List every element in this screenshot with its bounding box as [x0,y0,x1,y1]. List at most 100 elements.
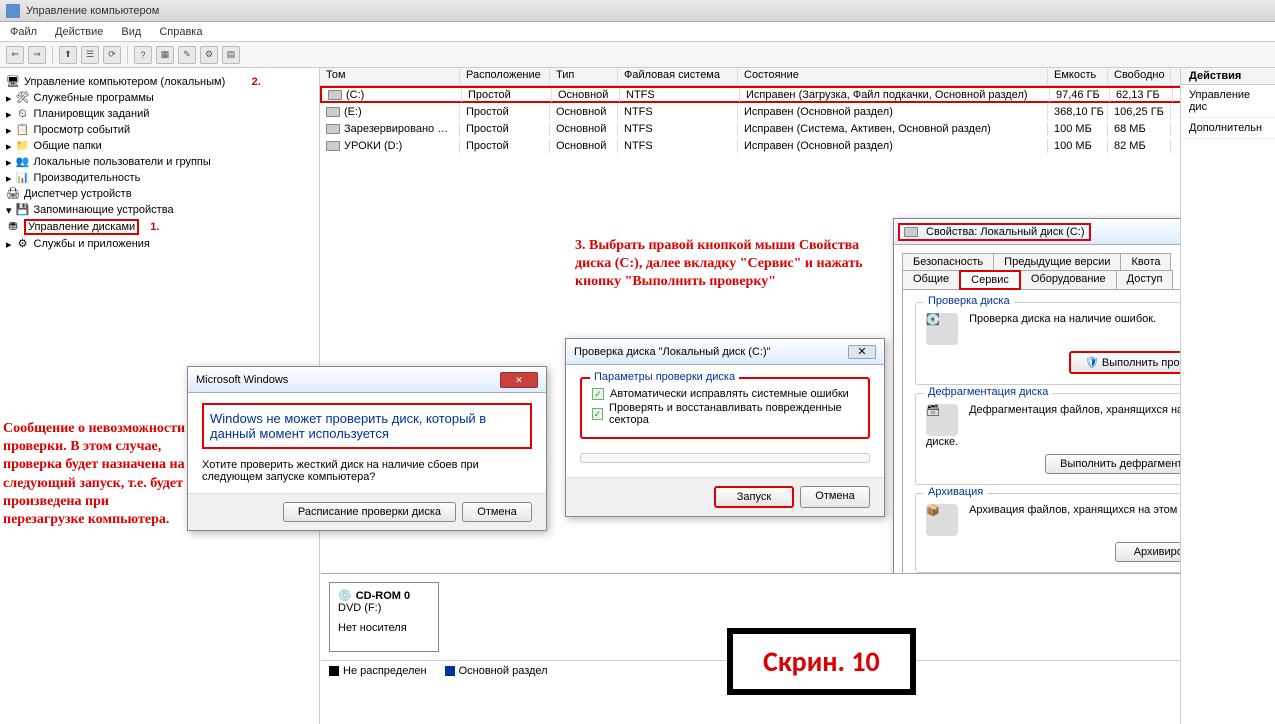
defrag-icon: 🗃 [926,404,958,436]
col-status[interactable]: Состояние [738,68,1048,85]
tool-icon[interactable]: ⚙ [200,46,218,64]
actions-header: Действия [1181,68,1275,85]
back-icon[interactable]: ⇐ [6,46,24,64]
menu-bar: Файл Действие Вид Справка [0,22,1275,42]
schedule-check-button[interactable]: Расписание проверки диска [283,502,456,522]
msgbox-title: Microsoft Windows [196,374,288,386]
grid-header: Том Расположение Тип Файловая система Со… [320,68,1275,86]
tool-icon[interactable]: ✎ [178,46,196,64]
menu-file[interactable]: Файл [10,26,37,38]
col-type[interactable]: Тип [550,68,618,85]
help-icon[interactable]: ? [134,46,152,64]
col-free[interactable]: Свободно [1108,68,1171,85]
disk-icon [904,227,918,237]
tree-diskmgmt[interactable]: ⛃Управление дисками 1. [4,218,315,236]
app-icon [6,4,20,18]
tree-services[interactable]: ▸⚙Службы и приложения [4,236,315,252]
toolbar: ⇐ ⇒ ⬆ ☰ ⟳ ? ▦ ✎ ⚙ ▤ [0,42,1275,68]
annotation-3: 3. Выбрать правой кнопкой мыши Свойства … [575,237,885,292]
check-disk-icon: 💽 [926,313,958,345]
drive-letter: DVD (F:) [338,602,430,614]
forward-icon[interactable]: ⇒ [28,46,46,64]
col-capacity[interactable]: Емкость [1048,68,1108,85]
volume-row-c[interactable]: (C:) Простой Основной NTFS Исправен (Заг… [320,86,1275,103]
check-section-text: Проверка диска на наличие ошибок. [969,313,1156,325]
no-media-text: Нет носителя [338,622,430,634]
volume-row-e[interactable]: (E:) Простой Основной NTFS Исправен (Осн… [320,103,1275,120]
window-titlebar: Управление компьютером [0,0,1275,22]
col-layout[interactable]: Расположение [460,68,550,85]
tab-service[interactable]: Сервис [959,270,1021,290]
actions-item[interactable]: Управление дис [1181,85,1275,118]
progress-bar [580,453,870,463]
window-title: Управление компьютером [26,5,159,17]
menu-help[interactable]: Справка [159,26,202,38]
tree-eventviewer[interactable]: ▸📋Просмотр событий [4,122,315,138]
tree-root[interactable]: 🖥Управление компьютером (локальным) 2. [4,74,315,90]
disk-icon [326,107,340,117]
tab-general[interactable]: Общие [902,270,960,290]
checkdisk-title: Проверка диска "Локальный диск (C:)" [574,346,771,358]
volume-row-reserved[interactable]: Зарезервировано … Простой Основной NTFS … [320,120,1275,137]
tab-security[interactable]: Безопасность [902,253,994,271]
refresh-icon[interactable]: ⟳ [103,46,121,64]
msgbox-main-text: Windows не может проверить диск, который… [202,403,532,449]
fix-errors-checkbox[interactable]: ✓Автоматически исправлять системные ошиб… [592,387,858,401]
banner-text: Скрин. 10 [763,644,880,679]
cancel-button[interactable]: Отмена [462,502,532,522]
disk-icon [326,124,340,134]
col-volume[interactable]: Том [320,68,460,85]
tool-icon[interactable]: ▤ [222,46,240,64]
msgbox-title-bar[interactable]: Microsoft Windows ✕ [188,367,546,393]
check-options-group: Параметры проверки диска ✓Автоматически … [580,377,870,439]
callout-1: 1. [150,221,159,233]
callout-2: 2. [252,76,261,88]
group-title: Параметры проверки диска [590,371,739,383]
tab-prevver[interactable]: Предыдущие версии [993,253,1121,271]
cd-icon: 💿 [338,589,352,602]
disk-icon [328,90,342,100]
tree-devmgr[interactable]: 🖨Диспетчер устройств [4,186,315,202]
properties-title: Свойства: Локальный диск (C:) [926,226,1085,238]
col-fs[interactable]: Файловая система [618,68,738,85]
legend-unallocated-icon [329,666,339,676]
tree-sharedfolders[interactable]: ▸📁Общие папки [4,138,315,154]
actions-item[interactable]: Дополнительн [1181,118,1275,139]
tree-scheduler[interactable]: ▸⏲Планировщик заданий [4,106,315,122]
backup-section-text: Архивация файлов, хранящихся на этом дис… [969,504,1213,516]
tab-quota[interactable]: Квота [1120,253,1171,271]
scan-sectors-checkbox[interactable]: ✓Проверять и восстанавливать поврежденны… [592,401,858,427]
screenshot-banner: Скрин. 10 [727,628,916,695]
defrag-section-text: Дефрагментация файлов, хранящихся на это… [926,404,1210,448]
cancel-button[interactable]: Отмена [800,486,870,508]
annotation-left: Сообщение о невозможности проверки. В эт… [3,420,188,529]
menu-view[interactable]: Вид [121,26,141,38]
legend-primary-icon [445,666,455,676]
disk-icon [326,141,340,151]
checkdisk-title-bar[interactable]: Проверка диска "Локальный диск (C:)" ✕ [566,339,884,365]
start-button[interactable]: Запуск [714,486,794,508]
tree-perf[interactable]: ▸📊Производительность [4,170,315,186]
close-icon[interactable]: ✕ [500,372,538,388]
tree-systools[interactable]: ▸🛠Служебные программы [4,90,315,106]
backup-section-title: Архивация [924,486,987,498]
tree-localusers[interactable]: ▸👥Локальные пользователи и группы [4,154,315,170]
actions-pane: Действия Управление дис Дополнительн [1180,68,1275,724]
separator [52,46,53,64]
menu-action[interactable]: Действие [55,26,103,38]
properties-icon[interactable]: ☰ [81,46,99,64]
up-icon[interactable]: ⬆ [59,46,77,64]
separator [127,46,128,64]
backup-icon: 📦 [926,504,958,536]
defrag-section-title: Дефрагментация диска [924,386,1052,398]
close-icon[interactable]: ✕ [848,345,876,359]
check-section-title: Проверка диска [924,295,1014,307]
tab-access[interactable]: Доступ [1116,270,1174,290]
msgbox-sub-text: Хотите проверить жесткий диск на наличие… [202,459,532,483]
tree-storage[interactable]: ▾💾Запоминающие устройства [4,202,315,218]
checkdisk-dialog: Проверка диска "Локальный диск (C:)" ✕ П… [565,338,885,517]
volume-row-d[interactable]: УРОКИ (D:) Простой Основной NTFS Исправе… [320,137,1275,154]
cdrom-box[interactable]: 💿CD-ROM 0 DVD (F:) Нет носителя [329,582,439,652]
tab-hardware[interactable]: Оборудование [1020,270,1117,290]
tool-icon[interactable]: ▦ [156,46,174,64]
